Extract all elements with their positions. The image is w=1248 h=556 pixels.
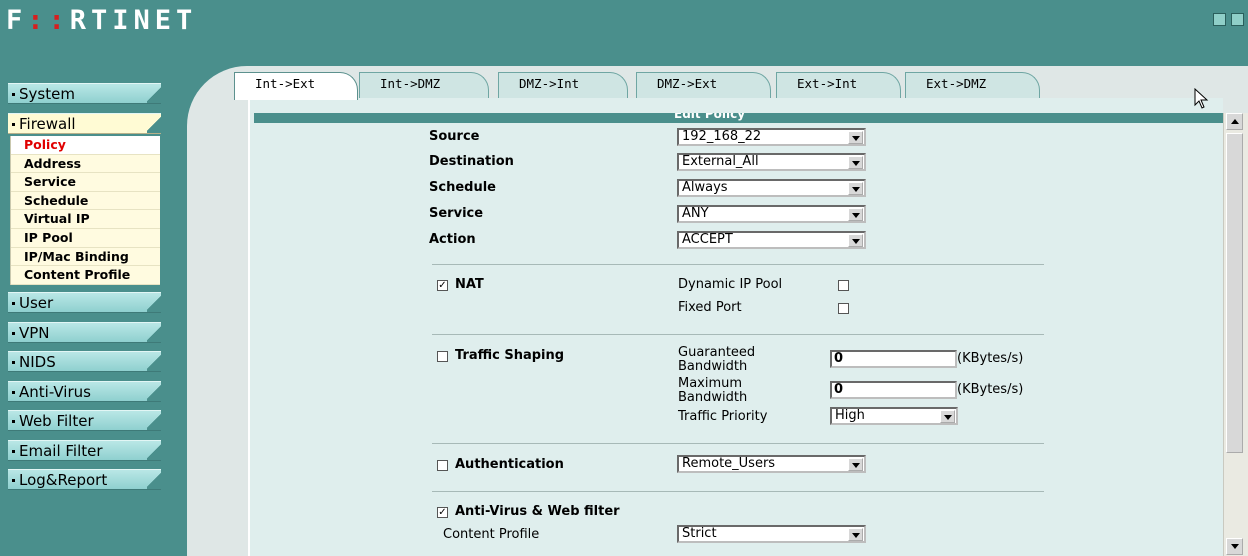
service-select[interactable]: ANY (677, 205, 866, 223)
divider (432, 334, 1044, 335)
menu-firewall[interactable]: Firewall (8, 113, 161, 134)
anti-virus-web-filter-checkbox[interactable]: ✓ (437, 507, 448, 518)
fixed-port-label: Fixed Port (678, 300, 742, 315)
bullet-icon (12, 479, 15, 482)
menu-vpn[interactable]: VPN (8, 322, 161, 343)
service-label: Service (429, 206, 484, 221)
nat-label: NAT (455, 277, 484, 292)
menu-system[interactable]: System (8, 83, 161, 104)
menu-user[interactable]: User (8, 292, 161, 313)
source-select[interactable]: 192_168_22 (677, 128, 866, 146)
bullet-icon (12, 450, 15, 453)
bullet-icon (12, 302, 15, 305)
chevron-down-icon (848, 528, 863, 541)
chevron-down-icon (848, 234, 863, 247)
dynamic-ip-pool-label: Dynamic IP Pool (678, 277, 783, 292)
bullet-icon (12, 332, 15, 335)
authentication-checkbox[interactable] (437, 460, 448, 471)
bullet-icon (12, 361, 15, 364)
scroll-down-icon[interactable] (1226, 538, 1243, 555)
logout-icon[interactable] (1213, 13, 1226, 26)
submenu-service[interactable]: Service (11, 173, 160, 192)
menu-anti-virus[interactable]: Anti-Virus (8, 381, 161, 402)
divider (432, 443, 1044, 444)
chevron-down-icon (848, 182, 863, 195)
maximum-bandwidth-label-line2: Bandwidth (678, 390, 748, 405)
action-select[interactable]: ACCEPT (677, 231, 866, 249)
action-label: Action (429, 232, 476, 247)
scroll-thumb[interactable] (1226, 133, 1243, 453)
maximum-bandwidth-label-line1: Maximum (678, 376, 743, 391)
content-profile-label: Content Profile (443, 527, 540, 542)
traffic-priority-label: Traffic Priority (678, 409, 768, 424)
menu-web-filter[interactable]: Web Filter (8, 410, 161, 431)
bullet-icon (12, 391, 15, 394)
chevron-down-icon (940, 410, 955, 423)
scroll-up-icon[interactable] (1226, 113, 1243, 130)
submenu-ip-mac-binding[interactable]: IP/Mac Binding (11, 248, 160, 267)
fixed-port-checkbox[interactable] (838, 303, 849, 314)
bullet-icon (12, 420, 15, 423)
source-label: Source (429, 129, 480, 144)
guaranteed-bandwidth-label-line2: Bandwidth (678, 359, 748, 374)
chevron-down-icon (848, 131, 863, 144)
submenu-ip-pool[interactable]: IP Pool (11, 229, 160, 248)
traffic-priority-select[interactable]: High (830, 407, 958, 425)
traffic-shaping-checkbox[interactable] (437, 351, 448, 362)
fortinet-logo: F::RTINET (6, 5, 198, 36)
traffic-shaping-label: Traffic Shaping (455, 348, 565, 363)
submenu-policy[interactable]: Policy (11, 136, 160, 155)
tab-int-ext[interactable]: Int->Ext (234, 72, 358, 100)
guaranteed-bandwidth-label-line1: Guaranteed (678, 345, 756, 360)
top-bar: F::RTINET (0, 0, 1248, 42)
chevron-down-icon (848, 208, 863, 221)
bullet-icon (12, 123, 15, 126)
destination-label: Destination (429, 154, 514, 169)
firewall-submenu: Policy Address Service Schedule Virtual … (10, 136, 160, 285)
submenu-schedule[interactable]: Schedule (11, 192, 160, 211)
menu-log-report[interactable]: Log&Report (8, 469, 161, 490)
tab-dmz-ext[interactable]: DMZ->Ext (636, 72, 771, 98)
divider (432, 491, 1044, 492)
divider (432, 264, 1044, 265)
schedule-select[interactable]: Always (677, 179, 866, 197)
dynamic-ip-pool-checkbox[interactable] (838, 280, 849, 291)
bullet-icon (12, 93, 15, 96)
chevron-down-icon (848, 458, 863, 471)
maximum-bandwidth-unit: (KBytes/s) (957, 382, 1024, 397)
content-top-band (187, 42, 1248, 66)
help-icon[interactable] (1231, 13, 1244, 26)
schedule-label: Schedule (429, 180, 496, 195)
menu-nids[interactable]: NIDS (8, 351, 161, 372)
menu-email-filter[interactable]: Email Filter (8, 440, 161, 461)
authentication-select[interactable]: Remote_Users (677, 455, 866, 473)
maximum-bandwidth-input[interactable]: 0 (830, 381, 957, 399)
nat-checkbox[interactable]: ✓ (437, 280, 448, 291)
submenu-address[interactable]: Address (11, 155, 160, 174)
panel-title: Edit Policy (674, 113, 746, 121)
content-profile-select[interactable]: Strict (677, 525, 866, 543)
submenu-virtual-ip[interactable]: Virtual IP (11, 210, 160, 229)
panel-header: Edit Policy (254, 113, 1223, 123)
tab-ext-int[interactable]: Ext->Int (776, 72, 901, 98)
tab-dmz-int[interactable]: DMZ->Int (498, 72, 628, 98)
chevron-down-icon (848, 156, 863, 169)
tab-ext-dmz[interactable]: Ext->DMZ (905, 72, 1040, 98)
mouse-cursor-icon (1194, 88, 1209, 109)
submenu-content-profile[interactable]: Content Profile (11, 266, 160, 285)
anti-virus-web-filter-label: Anti-Virus & Web filter (455, 504, 620, 519)
tab-int-dmz[interactable]: Int->DMZ (359, 72, 489, 98)
guaranteed-bandwidth-input[interactable]: 0 (830, 350, 957, 368)
authentication-label: Authentication (455, 457, 564, 472)
destination-select[interactable]: External_All (677, 153, 866, 171)
vertical-scrollbar[interactable] (1223, 113, 1248, 556)
guaranteed-bandwidth-unit: (KBytes/s) (957, 351, 1024, 366)
